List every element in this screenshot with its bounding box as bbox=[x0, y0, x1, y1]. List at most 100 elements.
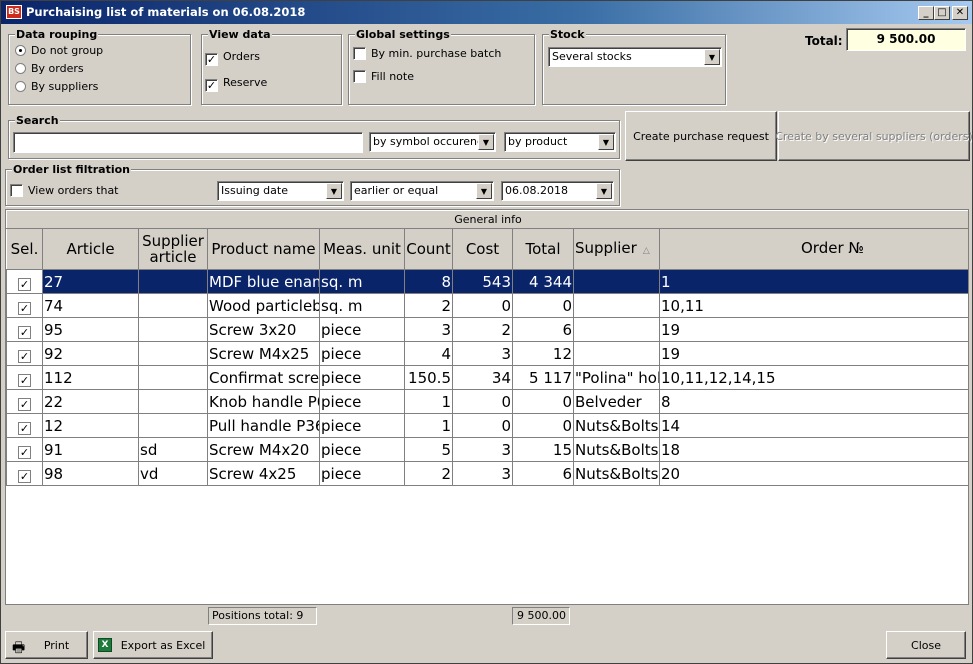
cell-total: 0 bbox=[512, 413, 574, 438]
table-row[interactable]: ✓ 112 Confirmat screw piece 150.5 34 5 117 "Pol… bbox=[6, 365, 968, 390]
cell-supplier bbox=[573, 269, 660, 294]
table-row[interactable]: ✓ 27 MDF blue enamelsq. m85434 344 1 bbox=[6, 269, 968, 294]
cell-unit: piece bbox=[319, 341, 405, 366]
cell-supplier-article bbox=[138, 365, 208, 390]
table-row[interactable]: ✓ 12 Pull handle P36 piece 1 0 0 Nuts&Bolts 14 bbox=[6, 413, 968, 438]
cell-unit: piece bbox=[319, 317, 405, 342]
chevron-down-icon[interactable]: ▼ bbox=[704, 49, 720, 65]
search-mode-select[interactable]: by symbol occurence ▼ bbox=[369, 132, 496, 152]
table-row[interactable]: ✓ 91 sd Screw M4x20 piece 5 3 15 Nuts&Bolts 18 bbox=[6, 437, 968, 462]
close-button[interactable]: Close bbox=[886, 631, 966, 659]
filter-condition-select[interactable]: earlier or equal ▼ bbox=[350, 181, 494, 201]
row-select-cell[interactable]: ✓ bbox=[6, 389, 43, 414]
col-header-cost[interactable]: Cost bbox=[452, 228, 513, 270]
col-header-article[interactable]: Article bbox=[42, 228, 139, 270]
table-row[interactable]: ✓ 98 vd Screw 4x25 piece 2 3 6 Nuts&Bolts 20 bbox=[6, 461, 968, 486]
title-bar[interactable]: BS Purchaising list of materials on 06.0… bbox=[1, 1, 972, 24]
col-header-meas-unit[interactable]: Meas. unit bbox=[319, 228, 405, 270]
row-checkbox[interactable]: ✓ bbox=[18, 397, 31, 411]
cell-unit: sq. m bbox=[319, 269, 405, 294]
table-row[interactable]: ✓ 92 Screw M4x25 piece 4 3 12 19 bbox=[6, 341, 968, 366]
min-batch-checkbox[interactable]: By min. purchase batch bbox=[353, 47, 501, 60]
radio-do-not-group[interactable]: Do not group bbox=[15, 44, 103, 57]
col-header-supplier[interactable]: Supplier △ bbox=[573, 228, 660, 270]
row-select-cell[interactable]: ✓ bbox=[6, 413, 43, 438]
search-target-select[interactable]: by product ▼ bbox=[504, 132, 616, 152]
cell-order: 10,11 bbox=[658, 293, 968, 318]
row-select-cell[interactable]: ✓ bbox=[6, 317, 43, 342]
cell-total: 0 bbox=[512, 389, 574, 414]
row-select-cell[interactable]: ✓ bbox=[6, 461, 43, 486]
materials-grid[interactable]: General info Sel. Article Supplier artic… bbox=[5, 209, 969, 627]
sum-total: 9 500.00 bbox=[512, 607, 570, 625]
chevron-down-icon[interactable]: ▼ bbox=[596, 183, 612, 199]
fill-note-checkbox[interactable]: Fill note bbox=[353, 70, 414, 83]
row-checkbox[interactable]: ✓ bbox=[18, 421, 31, 435]
col-header-total[interactable]: Total bbox=[512, 228, 574, 270]
row-select-cell[interactable]: ✓ bbox=[6, 293, 43, 318]
cell-article: 27 bbox=[42, 269, 139, 294]
cell-article: 12 bbox=[42, 413, 139, 438]
check-mark-icon[interactable]: ✓ bbox=[205, 53, 218, 66]
cell-order: 8 bbox=[658, 389, 968, 414]
filter-date-picker[interactable]: 06.08.2018 ▼ bbox=[501, 181, 614, 201]
row-checkbox[interactable]: ✓ bbox=[18, 469, 31, 483]
row-checkbox[interactable]: ✓ bbox=[18, 445, 31, 459]
minimize-button[interactable]: _ bbox=[918, 6, 934, 20]
order-filter-label: Order list filtration bbox=[12, 163, 131, 176]
cell-unit: piece bbox=[319, 389, 405, 414]
row-checkbox[interactable]: ✓ bbox=[18, 373, 31, 387]
filter-field-select[interactable]: Issuing date ▼ bbox=[217, 181, 344, 201]
create-purchase-request-button[interactable]: Create purchase request bbox=[625, 111, 777, 161]
create-by-suppliers-button[interactable]: Create by several suppliers (orders) bbox=[775, 111, 972, 161]
col-header-order[interactable]: Order №△ bbox=[658, 228, 968, 270]
cell-total: 6 bbox=[512, 317, 574, 342]
stock-label: Stock bbox=[549, 28, 586, 41]
cell-total: 0 bbox=[512, 293, 574, 318]
radio-by-orders[interactable]: By orders bbox=[15, 62, 84, 75]
row-checkbox[interactable]: ✓ bbox=[18, 325, 31, 339]
radio-by-suppliers[interactable]: By suppliers bbox=[15, 80, 98, 93]
chevron-down-icon[interactable]: ▼ bbox=[476, 183, 492, 199]
cell-order: 14 bbox=[658, 413, 968, 438]
view-orders-checkbox[interactable]: View orders that bbox=[10, 184, 119, 197]
cell-order: 20 bbox=[658, 461, 968, 486]
table-row[interactable]: ✓ 95 Screw 3x20 piece 3 2 6 19 bbox=[6, 317, 968, 342]
table-row[interactable]: ✓74Wood particleboardsq. m20010,11 bbox=[6, 293, 968, 318]
checkbox-box[interactable] bbox=[10, 184, 23, 197]
chevron-down-icon[interactable]: ▼ bbox=[598, 134, 614, 150]
check-mark-icon[interactable]: ✓ bbox=[205, 79, 218, 92]
row-select-cell[interactable]: ✓ bbox=[6, 365, 43, 390]
radio-dot[interactable] bbox=[15, 45, 26, 56]
reserve-checkbox[interactable]: ✓ Reserve bbox=[205, 76, 267, 92]
excel-icon: X bbox=[98, 638, 112, 652]
cell-article: 112 bbox=[42, 365, 139, 390]
table-row[interactable]: ✓22Knob handle P01piece100Belveder8 bbox=[6, 389, 968, 414]
col-header-sel[interactable]: Sel. bbox=[6, 228, 43, 270]
col-header-supplier-article[interactable]: Supplier article bbox=[138, 228, 208, 270]
checkbox-box[interactable] bbox=[353, 47, 366, 60]
row-select-cell[interactable]: ✓ bbox=[6, 341, 43, 366]
row-select-cell[interactable]: ✓ bbox=[6, 437, 43, 462]
stock-select[interactable]: Several stocks ▼ bbox=[548, 47, 722, 67]
chevron-down-icon[interactable]: ▼ bbox=[326, 183, 342, 199]
cell-count: 150.5 bbox=[404, 365, 453, 390]
col-header-product-name[interactable]: Product name bbox=[207, 228, 320, 270]
row-checkbox[interactable]: ✓ bbox=[18, 349, 31, 363]
cell-product: MDF blue enamel bbox=[207, 269, 320, 294]
radio-dot[interactable] bbox=[15, 63, 26, 74]
export-excel-button[interactable]: X Export as Excel bbox=[93, 631, 213, 659]
col-header-count[interactable]: Count bbox=[404, 228, 453, 270]
print-button[interactable]: 🖶 Print bbox=[5, 631, 88, 659]
checkbox-box[interactable] bbox=[353, 70, 366, 83]
row-checkbox[interactable]: ✓ bbox=[18, 277, 31, 291]
maximize-button[interactable]: □ bbox=[934, 6, 950, 20]
row-select-cell[interactable]: ✓ bbox=[6, 269, 43, 294]
radio-dot[interactable] bbox=[15, 81, 26, 92]
total-label: Total: bbox=[805, 34, 843, 48]
row-checkbox[interactable]: ✓ bbox=[18, 301, 31, 315]
close-window-button[interactable]: ✕ bbox=[952, 6, 968, 20]
search-input[interactable] bbox=[13, 132, 363, 153]
orders-checkbox[interactable]: ✓ Orders bbox=[205, 50, 260, 66]
chevron-down-icon[interactable]: ▼ bbox=[478, 134, 494, 150]
